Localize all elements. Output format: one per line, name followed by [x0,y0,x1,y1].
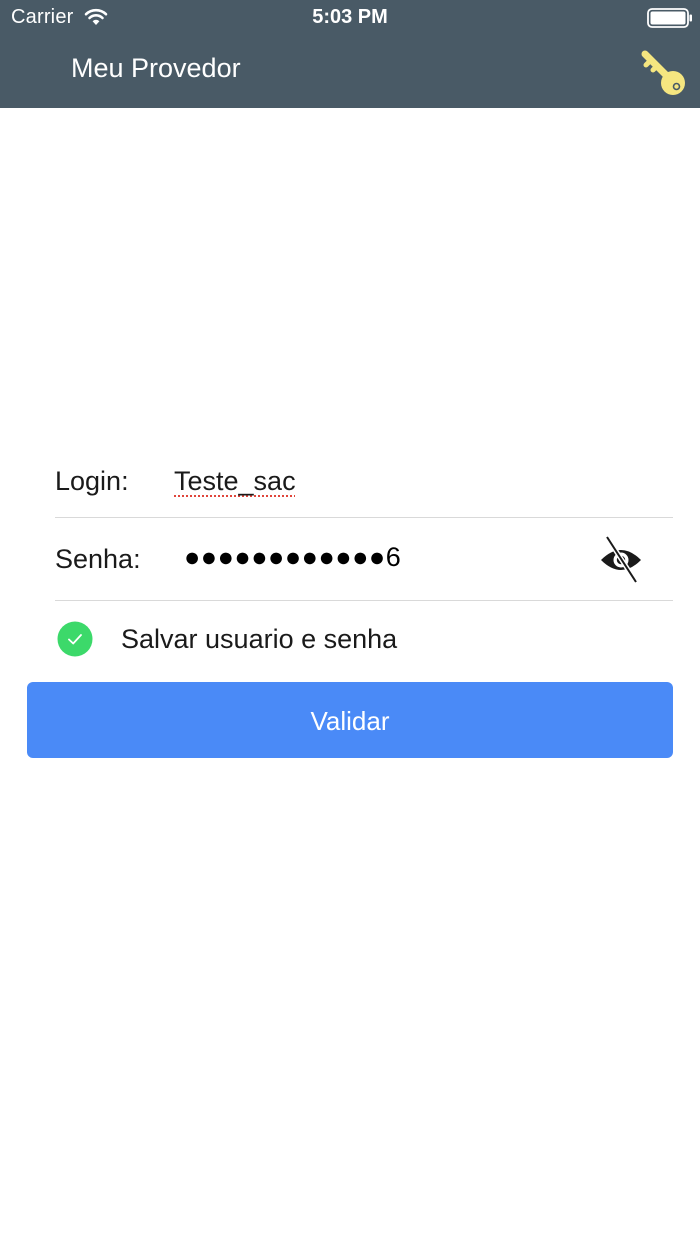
status-time: 5:03 PM [312,6,388,28]
key-icon [641,50,685,95]
login-screen: Carrier 5:03 PM Meu Provedor Login: Test… [0,0,700,1244]
save-credentials-row[interactable]: Salvar usuario e senha [57,620,657,658]
battery-full-icon [647,8,692,28]
page-title: Meu Provedor [71,53,241,83]
key-button[interactable] [638,48,688,98]
login-row: Login: Teste_sac [55,455,673,517]
status-bar: Carrier 5:03 PM [0,0,700,36]
eye-slash-icon[interactable] [599,535,643,585]
login-label: Login: [55,466,129,496]
password-input[interactable]: ●●●●●●●●●●●●6 [184,542,401,573]
checkmark-circle-icon[interactable] [57,621,93,657]
validate-button[interactable]: Validar [27,682,673,758]
save-credentials-label: Salvar usuario e senha [121,624,398,654]
divider [55,600,673,601]
password-row: Senha: ●●●●●●●●●●●●6 [55,528,673,598]
login-input[interactable]: Teste_sac [174,466,296,497]
password-label: Senha: [55,544,141,574]
divider [55,517,673,518]
navigation-bar: Carrier 5:03 PM Meu Provedor [0,0,700,108]
